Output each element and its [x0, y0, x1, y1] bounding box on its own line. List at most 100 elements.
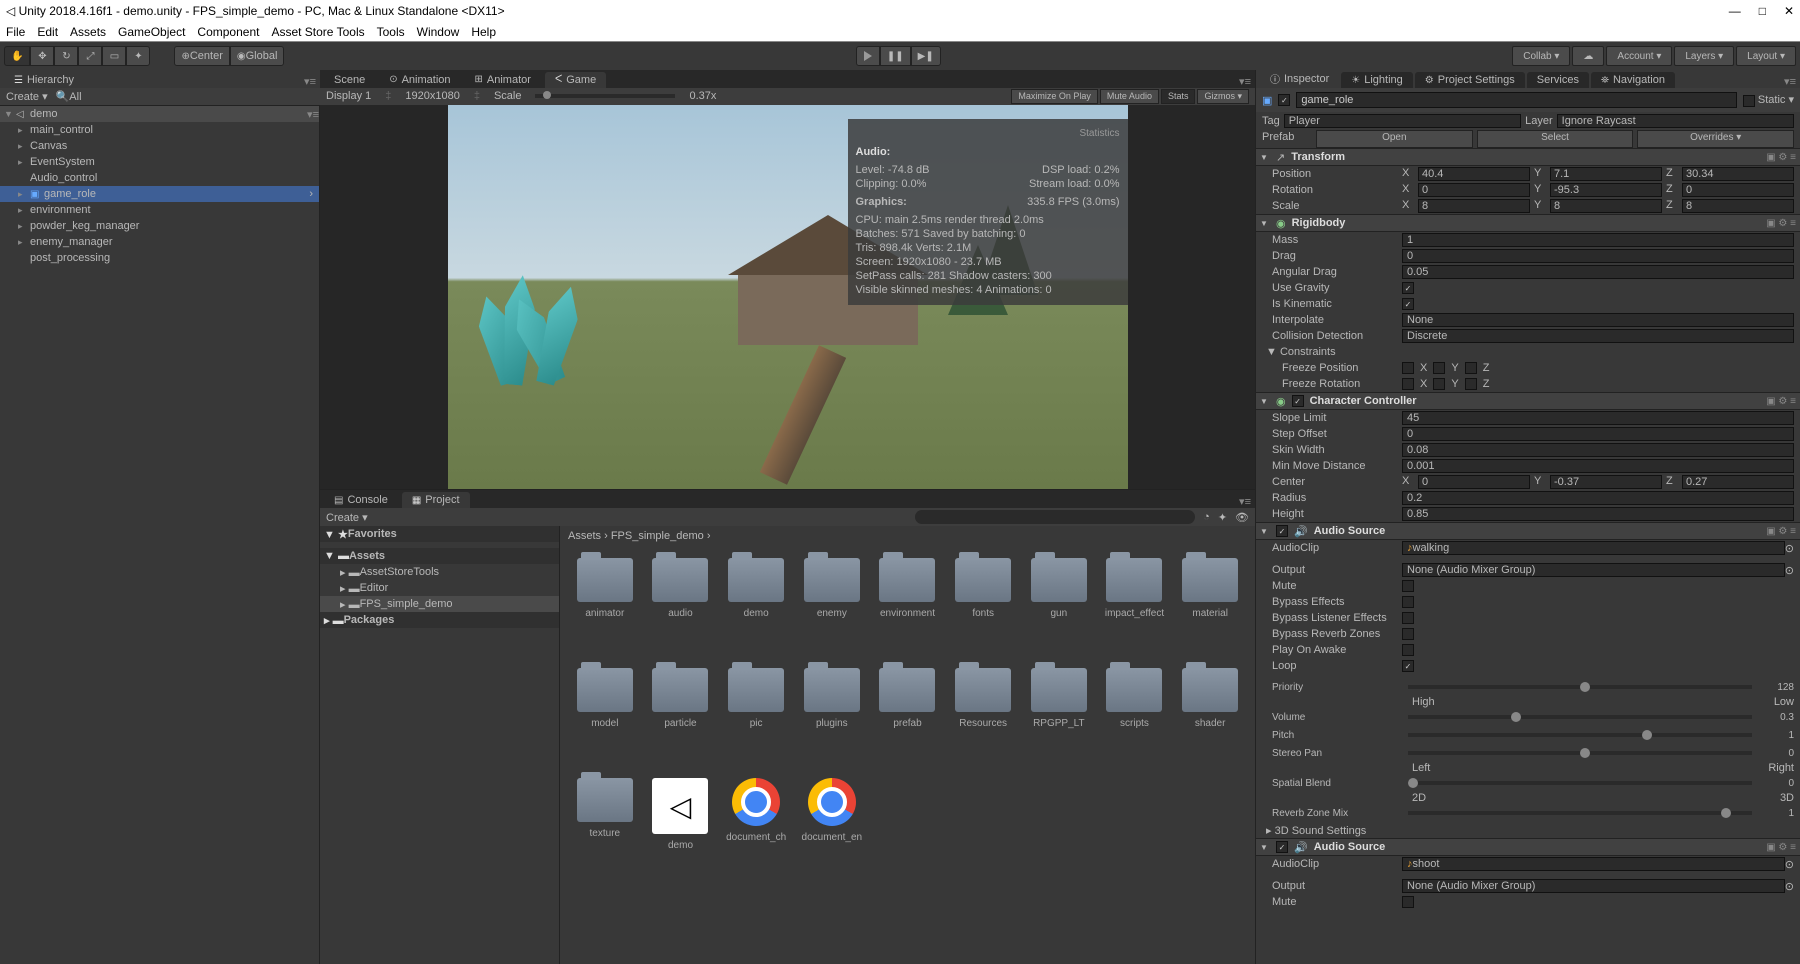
rotate-tool-button[interactable]: ↻	[54, 46, 78, 66]
project-filter-icon[interactable]: ✦	[1218, 511, 1227, 524]
min-move-field[interactable]: 0.001	[1402, 459, 1794, 473]
step-button[interactable]: ▶❚	[911, 46, 941, 66]
folder-item[interactable]: audio	[648, 558, 714, 658]
center-x[interactable]: 0	[1418, 475, 1530, 489]
transform-tool-button[interactable]: ✦	[126, 46, 150, 66]
menu-window[interactable]: Window	[417, 25, 460, 39]
output-field[interactable]: None (Audio Mixer Group)	[1402, 563, 1785, 577]
gizmos-dropdown[interactable]: Gizmos ▾	[1197, 89, 1249, 104]
folder-item[interactable]: fonts	[950, 558, 1016, 658]
folder-item[interactable]: pic	[723, 668, 789, 768]
mass-field[interactable]: 1	[1402, 233, 1794, 247]
audioclip-field[interactable]: ♪ walking	[1402, 541, 1785, 555]
menu-file[interactable]: File	[6, 25, 25, 39]
audio-source-header[interactable]: ▼🔊Audio Source▣ ⚙ ≡	[1256, 522, 1800, 540]
pitch-slider[interactable]	[1408, 733, 1752, 737]
hierarchy-item-selected[interactable]: ▸▣game_role›	[0, 186, 319, 202]
prefab-overrides-button[interactable]: Overrides ▾	[1637, 130, 1794, 148]
folder-item[interactable]: scripts	[1102, 668, 1168, 768]
hierarchy-scene-root[interactable]: ▼◁demo▾≡	[0, 106, 319, 122]
gameobject-name-field[interactable]	[1296, 92, 1737, 108]
tag-dropdown[interactable]: Player	[1284, 114, 1521, 128]
interpolate-dropdown[interactable]: None	[1402, 313, 1794, 327]
is-kinematic-checkbox[interactable]	[1402, 298, 1414, 310]
freeze-rot-y[interactable]	[1433, 378, 1445, 390]
panel-options-icon[interactable]: ▾≡	[1784, 75, 1796, 88]
object-picker-icon[interactable]: ⊙	[1785, 542, 1794, 555]
console-tab[interactable]: ▤ Console	[324, 492, 398, 508]
file-item[interactable]: ◁demo	[648, 778, 714, 878]
character-controller-header[interactable]: ▼◉Character Controller▣ ⚙ ≡	[1256, 392, 1800, 410]
folder-item[interactable]: impact_effect	[1102, 558, 1168, 658]
volume-slider[interactable]	[1408, 715, 1752, 719]
play-on-awake-checkbox[interactable]	[1402, 644, 1414, 656]
object-picker-icon[interactable]: ⊙	[1785, 564, 1794, 577]
audio-enabled-checkbox[interactable]	[1276, 525, 1288, 537]
folder-item[interactable]: particle	[648, 668, 714, 768]
pause-button[interactable]: ❚❚	[880, 46, 911, 66]
project-folder[interactable]: ▸ ▬ Editor	[320, 580, 559, 596]
transform-component-header[interactable]: ▼↗Transform▣ ⚙ ≡	[1256, 148, 1800, 166]
bypass-reverb-checkbox[interactable]	[1402, 628, 1414, 640]
folder-item[interactable]: enemy	[799, 558, 865, 658]
bypass-effects-checkbox[interactable]	[1402, 596, 1414, 608]
skin-width-field[interactable]: 0.08	[1402, 443, 1794, 457]
animator-tab[interactable]: ⊞ Animator	[465, 72, 541, 88]
folder-item[interactable]: animator	[572, 558, 638, 658]
center-y[interactable]: -0.37	[1550, 475, 1662, 489]
scale-x[interactable]: 8	[1418, 199, 1530, 213]
hierarchy-item[interactable]: ▸powder_keg_manager	[0, 218, 319, 234]
rigidbody-component-header[interactable]: ▼◉Rigidbody▣ ⚙ ≡	[1256, 214, 1800, 232]
space-toggle[interactable]: ◉Global	[230, 46, 285, 66]
panel-options-icon[interactable]: ▾≡	[1239, 75, 1251, 88]
step-offset-field[interactable]: 0	[1402, 427, 1794, 441]
game-tab[interactable]: ᐸ Game	[545, 72, 606, 88]
file-item[interactable]: document_ch	[723, 778, 789, 878]
menu-assetstoretools[interactable]: Asset Store Tools	[271, 25, 364, 39]
folder-item[interactable]: shader	[1177, 668, 1243, 768]
favorites-header[interactable]: ▼ ★ Favorites	[320, 526, 559, 542]
freeze-pos-y[interactable]	[1433, 362, 1445, 374]
freeze-pos-z[interactable]	[1465, 362, 1477, 374]
height-field[interactable]: 0.85	[1402, 507, 1794, 521]
pos-y[interactable]: 7.1	[1550, 167, 1662, 181]
project-search[interactable]	[915, 510, 1195, 524]
angular-drag-field[interactable]: 0.05	[1402, 265, 1794, 279]
panel-options-icon[interactable]: ▾≡	[304, 75, 316, 88]
packages-header[interactable]: ▸ ▬ Packages	[320, 612, 559, 628]
mute-checkbox[interactable]	[1402, 580, 1414, 592]
scale-z[interactable]: 8	[1682, 199, 1794, 213]
bypass-listener-checkbox[interactable]	[1402, 612, 1414, 624]
folder-item[interactable]: prefab	[875, 668, 941, 768]
folder-item[interactable]: RPGPP_LT	[1026, 668, 1092, 768]
use-gravity-checkbox[interactable]	[1402, 282, 1414, 294]
stats-toggle[interactable]: Stats	[1161, 89, 1196, 104]
project-folder[interactable]: ▸ ▬ AssetStoreTools	[320, 564, 559, 580]
maximize-on-play-toggle[interactable]: Maximize On Play	[1011, 89, 1098, 104]
animation-tab[interactable]: ⊙ Animation	[379, 72, 460, 88]
cloud-button[interactable]: ☁	[1572, 46, 1604, 66]
hierarchy-item[interactable]: Audio_control	[0, 170, 319, 186]
move-tool-button[interactable]: ✥	[30, 46, 54, 66]
folder-item[interactable]: gun	[1026, 558, 1092, 658]
static-dropdown[interactable]: Static ▾	[1743, 93, 1794, 106]
output2-field[interactable]: None (Audio Mixer Group)	[1402, 879, 1785, 893]
hierarchy-item[interactable]: ▸environment	[0, 202, 319, 218]
drag-field[interactable]: 0	[1402, 249, 1794, 263]
rect-tool-button[interactable]: ▭	[102, 46, 126, 66]
hierarchy-item[interactable]: ▸EventSystem	[0, 154, 319, 170]
pos-z[interactable]: 30.34	[1682, 167, 1794, 181]
project-hidden-icon[interactable]: 👁	[1235, 511, 1249, 524]
project-create-dropdown[interactable]: Create ▾	[326, 511, 368, 524]
account-dropdown[interactable]: Account ▾	[1606, 46, 1672, 66]
services-tab[interactable]: Services	[1527, 72, 1589, 88]
maximize-button[interactable]: □	[1759, 4, 1766, 18]
project-settings-tab[interactable]: ⚙ Project Settings	[1415, 72, 1525, 88]
project-folder-selected[interactable]: ▸ ▬ FPS_simple_demo	[320, 596, 559, 612]
freeze-rot-x[interactable]	[1402, 378, 1414, 390]
audio2-enabled-checkbox[interactable]	[1276, 841, 1288, 853]
object-picker-icon[interactable]: ⊙	[1785, 880, 1794, 893]
folder-item[interactable]: texture	[572, 778, 638, 878]
menu-gameobject[interactable]: GameObject	[118, 25, 185, 39]
layer-dropdown[interactable]: Ignore Raycast	[1557, 114, 1794, 128]
